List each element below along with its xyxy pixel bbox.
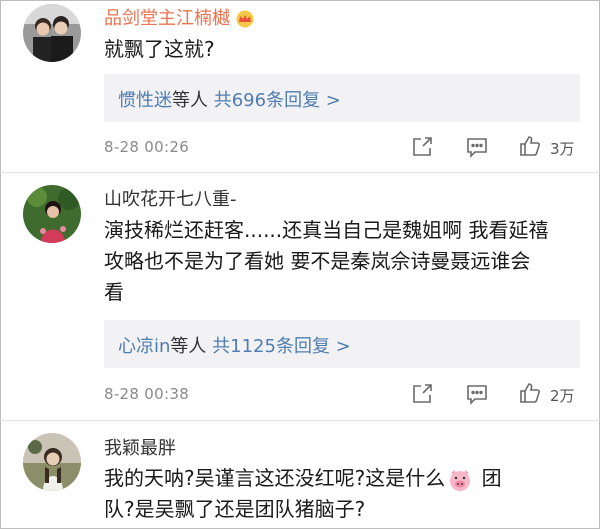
like-icon[interactable]	[518, 381, 542, 405]
comment-icon[interactable]	[465, 135, 489, 159]
crown-badge-icon	[234, 10, 256, 28]
comment-text-line: 队?是吴飘了还是团队猪脑子?	[104, 497, 366, 521]
username-text[interactable]: 我颖最胖	[104, 438, 176, 459]
reply-link[interactable]: 心凉in等人 共1125条回复 >	[118, 332, 351, 358]
comment-time: 8-28 00:38	[104, 385, 190, 403]
comment-text-line: 攻略也不是为了看她 要不是秦岚佘诗曼聂远谁会	[104, 249, 531, 273]
like-count: 2万	[550, 387, 575, 405]
reply-suffix: 等人	[172, 90, 214, 111]
comment-item: 我颖最胖 我的天呐?吴谨言这还没红呢?这是什么 团 队?是吴飘了还是团队猪脑子?	[0, 421, 600, 529]
avatar[interactable]	[23, 4, 81, 62]
comment-item: 山吹花开七八重- 演技稀烂还赶客......还真当自己是魏姐啊 我看延禧 攻略也…	[0, 173, 600, 423]
comment-text-line: 我的天呐?吴谨言这还没红呢?这是什么 团	[104, 463, 582, 494]
comment-text: 演技稀烂还赶客......还真当自己是魏姐啊 我看延禧 攻略也不是为了看她 要不…	[104, 215, 582, 308]
username[interactable]: 我颖最胖	[104, 434, 176, 460]
username-text[interactable]: 山吹花开七八重-	[104, 189, 237, 210]
comment-text: 就飘了这就?	[104, 37, 215, 61]
reply-summary[interactable]: 心凉in等人 共1125条回复 >	[104, 320, 580, 368]
comment-text-line: 演技稀烂还赶客......还真当自己是魏姐啊 我看延禧	[104, 218, 549, 242]
reply-count[interactable]: 共696条回复 >	[214, 90, 341, 111]
avatar[interactable]	[23, 185, 81, 243]
comment-icon[interactable]	[465, 382, 489, 406]
like-icon[interactable]	[518, 134, 542, 158]
reply-summary[interactable]: 惯性迷等人 共696条回复 >	[104, 74, 580, 122]
reply-count[interactable]: 共1125条回复 >	[212, 336, 351, 357]
comment-text-line: 看	[104, 280, 124, 304]
comment-time: 8-28 00:26	[104, 138, 190, 156]
reply-link[interactable]: 惯性迷等人 共696条回复 >	[118, 86, 341, 112]
comment-text-segment: 团	[475, 466, 502, 490]
pig-face-emoji	[447, 468, 473, 492]
comment-item: 品剑堂主江楠樾 就飘了这就? 惯性迷等人 共696条回复 > 8-28 00:2…	[0, 0, 600, 170]
comment-text: 我的天呐?吴谨言这还没红呢?这是什么 团 队?是吴飘了还是团队猪脑子?	[104, 463, 582, 525]
reply-user[interactable]: 惯性迷	[118, 90, 172, 111]
share-icon[interactable]	[410, 382, 434, 406]
avatar[interactable]	[23, 433, 81, 491]
reply-suffix: 等人	[170, 336, 213, 357]
like-count: 3万	[550, 140, 575, 158]
comment-text-segment: 我的天呐?吴谨言这还没红呢?这是什么	[104, 466, 446, 490]
username[interactable]: 品剑堂主江楠樾	[104, 4, 256, 30]
username[interactable]: 山吹花开七八重-	[104, 185, 237, 211]
reply-user[interactable]: 心凉in	[118, 336, 170, 357]
username-text[interactable]: 品剑堂主江楠樾	[104, 8, 230, 29]
share-icon[interactable]	[410, 135, 434, 159]
